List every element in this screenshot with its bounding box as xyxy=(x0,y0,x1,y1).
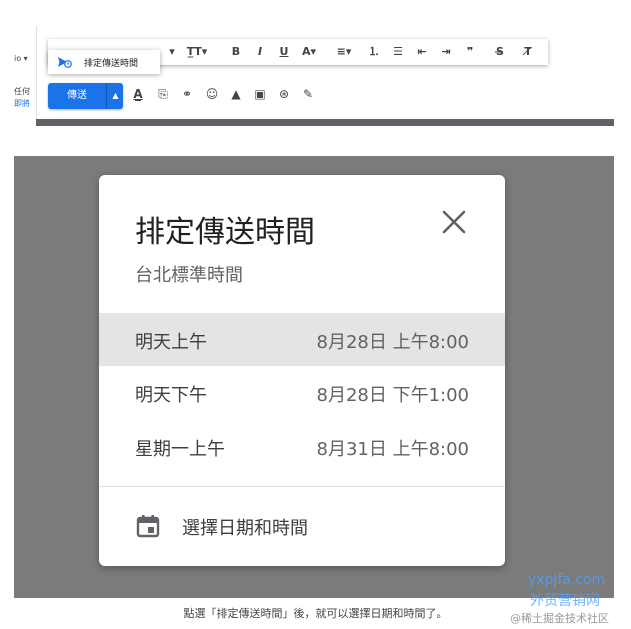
quote-icon[interactable]: ❞ xyxy=(462,44,478,60)
watermark-site-name: 外贸营销网 xyxy=(530,593,600,609)
bulleted-list-icon[interactable]: ☰ xyxy=(390,44,406,60)
insert-photo-icon[interactable]: ▣ xyxy=(252,86,268,102)
indent-less-icon[interactable]: ⇤ xyxy=(414,44,430,60)
align-icon[interactable]: ≡▾ xyxy=(332,44,356,60)
google-drive-icon[interactable]: ▲ xyxy=(228,86,244,102)
attach-file-icon[interactable]: ⎘ xyxy=(155,86,171,102)
schedule-send-icon xyxy=(58,57,72,68)
bold-icon[interactable]: B xyxy=(228,44,244,60)
schedule-option-tomorrow-afternoon[interactable]: 明天下午 8月28日 下午1:00 xyxy=(99,366,505,419)
numbered-list-icon[interactable]: ⒈ xyxy=(366,44,382,60)
option-datetime: 8月31日 上午8:00 xyxy=(316,439,470,460)
close-icon[interactable] xyxy=(437,205,471,239)
insert-link-icon[interactable]: ⚭ xyxy=(179,86,195,102)
clear-formatting-icon[interactable]: T̸ xyxy=(520,44,536,60)
schedule-send-menu[interactable]: 排定傳送時間 xyxy=(48,50,160,74)
text-size-icon[interactable]: T̲T▾ xyxy=(184,44,210,60)
arrow-up-icon[interactable]: ▲ xyxy=(106,83,124,109)
pick-date-time-label: 選擇日期和時間 xyxy=(182,518,308,539)
dialog-title: 排定傳送時間 xyxy=(135,215,315,250)
schedule-send-label: 排定傳送時間 xyxy=(84,59,139,69)
compose-screenshot: io ▾ 任何 即將 ▾ T̲T▾ B I U A▾ ≡▾ ⒈ ☰ ⇤ ⇥ ❞ … xyxy=(14,26,614,126)
italic-icon[interactable]: I xyxy=(252,44,268,60)
option-datetime: 8月28日 上午8:00 xyxy=(316,332,470,353)
watermark-community: @稀土掘金技术社区 xyxy=(510,612,609,625)
calendar-icon xyxy=(136,515,160,538)
schedule-send-dialog: 排定傳送時間 台北標準時間 明天上午 8月28日 上午8:00 明天下午 8月2… xyxy=(99,175,505,566)
left-fragment-1: io ▾ xyxy=(14,54,28,63)
watermark-url: yxpjfa.com xyxy=(528,572,606,588)
option-label: 明天下午 xyxy=(135,385,207,406)
indent-more-icon[interactable]: ⇥ xyxy=(438,44,454,60)
left-fragment-3: 即將 xyxy=(14,99,30,108)
font-size-dropdown-icon[interactable]: ▾ xyxy=(166,44,178,60)
pick-date-time-option[interactable]: 選擇日期和時間 xyxy=(99,501,505,551)
formatting-options-icon[interactable]: A̲ xyxy=(130,86,146,102)
dialog-subtitle: 台北標準時間 xyxy=(135,265,243,286)
insert-emoji-icon[interactable]: ☺ xyxy=(204,86,220,102)
schedule-option-tomorrow-morning[interactable]: 明天上午 8月28日 上午8:00 xyxy=(99,313,505,366)
option-label: 明天上午 xyxy=(135,332,207,353)
strikethrough-icon[interactable]: S̶ xyxy=(492,44,508,60)
text-color-icon[interactable]: A▾ xyxy=(298,44,320,60)
schedule-option-monday-morning[interactable]: 星期一上午 8月31日 上午8:00 xyxy=(99,420,505,473)
modal-overlay: 排定傳送時間 台北標準時間 明天上午 8月28日 上午8:00 明天下午 8月2… xyxy=(14,156,614,598)
send-button[interactable]: 傳送 xyxy=(48,83,106,109)
compose-bottom-border xyxy=(36,119,614,126)
underline-icon[interactable]: U xyxy=(276,44,292,60)
dialog-divider xyxy=(99,486,505,487)
signature-icon[interactable]: ✎ xyxy=(300,86,316,102)
send-button-group: 傳送 ▲ xyxy=(48,83,123,109)
option-datetime: 8月28日 下午1:00 xyxy=(316,385,470,406)
option-label: 星期一上午 xyxy=(135,439,225,460)
left-edge-fragment: io ▾ 任何 即將 xyxy=(14,26,37,126)
confidential-mode-icon[interactable]: ⊛ xyxy=(276,86,292,102)
left-fragment-2: 任何 xyxy=(14,87,30,96)
